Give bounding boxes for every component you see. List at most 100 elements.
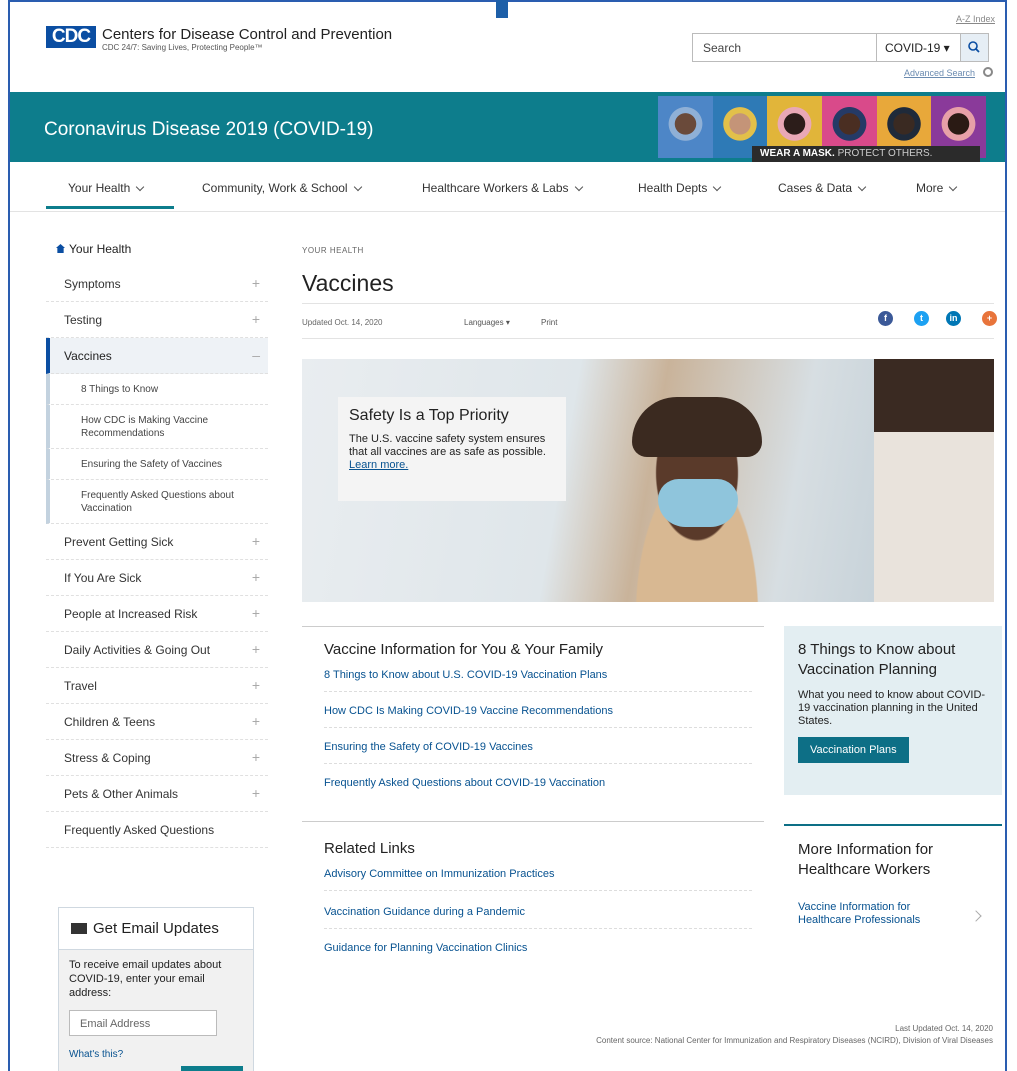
expand-icon[interactable]: + [252,605,260,621]
whats-this-link[interactable]: What's this? [69,1048,243,1062]
nav-your-health[interactable]: Your Health [68,181,145,195]
nav-community[interactable]: Community, Work & School [202,181,362,195]
expand-icon[interactable]: + [252,641,260,657]
languages-dropdown[interactable]: Languages ▾ [464,318,510,327]
banner-title[interactable]: Coronavirus Disease 2019 (COVID-19) [44,119,373,141]
expand-icon[interactable]: + [252,275,260,291]
sidebar-home-label: Your Health [69,242,132,256]
envelope-icon [71,923,87,934]
vaccination-plans-button[interactable]: Vaccination Plans [798,737,909,763]
twitter-icon[interactable]: t [914,311,929,326]
print-link[interactable]: Print [541,318,557,327]
related-link-guidance-pandemic[interactable]: Vaccination Guidance during a Pandemic [324,906,752,929]
nav-label: Health Depts [638,181,708,195]
sidebar-item-label: Travel [64,679,97,693]
content-source: Content source: National Center for Immu… [596,1036,993,1045]
az-index-link[interactable]: A-Z Index [956,14,995,24]
sidebar-item-pets[interactable]: Pets & Other Animals + [46,776,268,812]
expand-icon[interactable]: + [252,749,260,765]
nav-label: Cases & Data [778,181,853,195]
sidebar-subitem-safety[interactable]: Ensuring the Safety of Vaccines [46,449,268,480]
sidebar-subitem-faq-vaccination[interactable]: Frequently Asked Questions about Vaccina… [46,480,268,524]
email-updates-title: Get Email Updates [93,920,219,937]
sidebar-item-label: People at Increased Risk [64,607,198,621]
chevron-right-icon[interactable] [970,910,982,922]
search-input[interactable]: Search [692,33,877,62]
chevron-down-icon [136,182,145,192]
sidebar-item-if-sick[interactable]: If You Are Sick + [46,560,268,596]
related-link-acip[interactable]: Advisory Committee on Immunization Pract… [324,868,752,891]
learn-more-link[interactable]: Learn more. [349,459,408,471]
sidebar-subitem-recommendations[interactable]: How CDC is Making Vaccine Recommendation… [46,405,268,449]
sidebar-item-faq[interactable]: Frequently Asked Questions [46,812,268,848]
sidebar-subitem-8-things[interactable]: 8 Things to Know [46,374,268,405]
sidebar-item-symptoms[interactable]: Symptoms + [46,266,268,302]
sidebar-item-increased-risk[interactable]: People at Increased Risk + [46,596,268,632]
sidebar-item-travel[interactable]: Travel + [46,668,268,704]
linkedin-icon[interactable]: in [946,311,961,326]
sidebar-item-children[interactable]: Children & Teens + [46,704,268,740]
nav-active-indicator [46,206,174,209]
sidebar-item-testing[interactable]: Testing + [46,302,268,338]
sidebar-item-label: Vaccines [64,349,112,363]
hero-body: The U.S. vaccine safety system ensures t… [349,433,546,458]
sidebar-item-label: Prevent Getting Sick [64,535,174,549]
hero-image: Safety Is a Top Priority The U.S. vaccin… [302,359,994,602]
nav-more[interactable]: More [916,181,958,195]
nav-health-depts[interactable]: Health Depts [638,181,722,195]
updated-date: Updated Oct. 14, 2020 [302,318,383,327]
expand-icon[interactable]: + [252,677,260,693]
sidebar-home[interactable]: Your Health [46,230,268,266]
search-scope-select[interactable]: COVID-19 ▾ [876,33,961,62]
related-title: Related Links [324,840,415,857]
sidebar-item-daily-activities[interactable]: Daily Activities & Going Out + [46,632,268,668]
advanced-search-link[interactable]: Advanced Search [904,68,975,78]
search-button[interactable] [960,33,989,62]
more-info-title: More Information for Healthcare Workers [798,841,934,878]
expand-icon[interactable]: + [252,785,260,801]
info-link-8-things[interactable]: 8 Things to Know about U.S. COVID-19 Vac… [324,669,752,692]
email-submit-button[interactable] [181,1066,243,1071]
sidebar-item-stress[interactable]: Stress & Coping + [46,740,268,776]
facebook-icon[interactable]: f [878,311,893,326]
info-link-recommendations[interactable]: How CDC Is Making COVID-19 Vaccine Recom… [324,705,752,728]
breadcrumb[interactable]: YOUR HEALTH [302,246,364,255]
sidebar-item-prevent[interactable]: Prevent Getting Sick + [46,524,268,560]
info-link-faq[interactable]: Frequently Asked Questions about COVID-1… [324,777,752,799]
chevron-down-icon [574,182,583,192]
sidebar-item-vaccines[interactable]: Vaccines – [46,338,268,374]
related-link-planning-clinics[interactable]: Guidance for Planning Vaccination Clinic… [324,942,752,964]
org-name[interactable]: Centers for Disease Control and Preventi… [102,26,392,43]
cdc-logo[interactable]: CDC [46,26,96,48]
syndicate-icon[interactable]: + [982,311,997,326]
healthcare-professionals-link[interactable]: Vaccine Information for Healthcare Profe… [798,901,958,927]
home-icon [56,244,65,253]
gear-icon[interactable] [983,67,993,77]
nav-label: Community, Work & School [202,181,348,195]
content-footer: Last Updated Oct. 14, 2020 Content sourc… [596,1023,993,1047]
expand-icon[interactable]: + [252,533,260,549]
sidebar-item-label: Pets & Other Animals [64,787,179,801]
hero-heading: Safety Is a Top Priority [349,407,509,424]
chevron-down-icon [949,182,958,192]
org-tagline: CDC 24/7: Saving Lives, Protecting Peopl… [102,43,263,52]
nav-label: Your Health [68,181,131,195]
expand-icon[interactable]: + [252,713,260,729]
chevron-down-icon [713,182,722,192]
page-meta-bar: Updated Oct. 14, 2020 Languages ▾ Print … [302,303,997,339]
expand-icon[interactable]: + [252,569,260,585]
mask-caption: WEAR A MASK. PROTECT OTHERS. [752,146,980,162]
nav-healthcare[interactable]: Healthcare Workers & Labs [422,181,583,195]
vaccination-planning-card: 8 Things to Know about Vaccination Plann… [784,626,1002,795]
info-link-safety[interactable]: Ensuring the Safety of COVID-19 Vaccines [324,741,752,764]
sidebar-item-label: Frequently Asked Questions [64,823,215,837]
expand-icon[interactable]: + [252,311,260,327]
vaccine-info-card: Vaccine Information for You & Your Famil… [302,626,764,822]
email-field[interactable]: Email Address [69,1010,217,1036]
sidebar-item-label: Testing [64,313,103,327]
window-edge-marker [496,0,508,18]
browser-frame: CDC Centers for Disease Control and Prev… [8,0,1007,1071]
nav-cases-data[interactable]: Cases & Data [778,181,867,195]
sidebar-item-label: If You Are Sick [64,571,142,585]
collapse-icon[interactable]: – [252,347,260,363]
